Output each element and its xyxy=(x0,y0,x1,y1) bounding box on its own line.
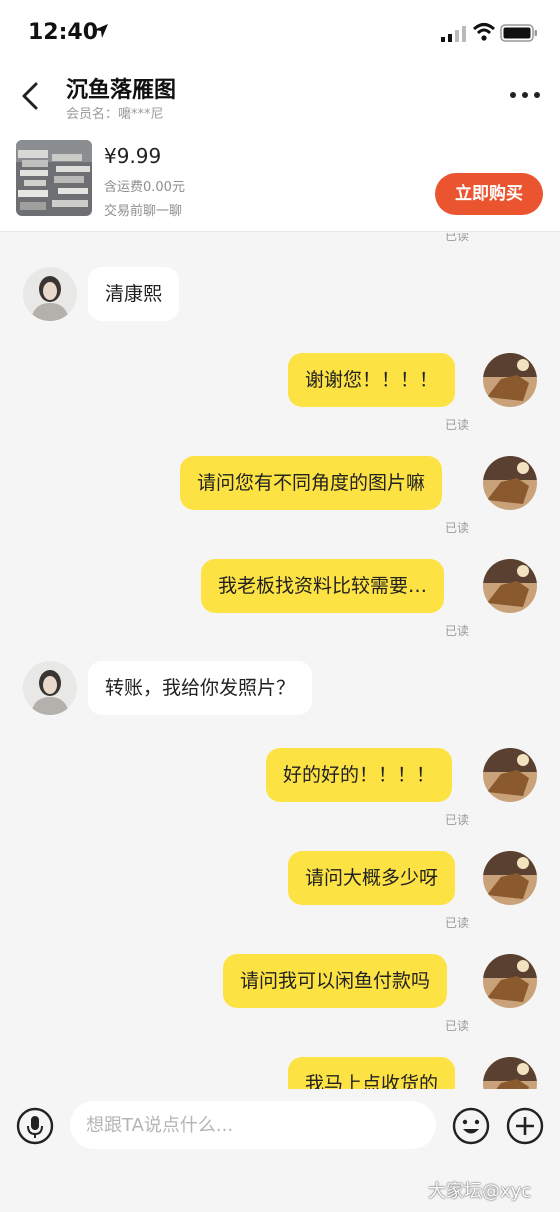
message-bubble[interactable]: 请问您有不同角度的图片嘛 xyxy=(180,456,443,510)
my-avatar[interactable] xyxy=(483,954,537,1008)
seller-avatar[interactable] xyxy=(23,267,77,321)
buy-now-button[interactable]: 立即购买 xyxy=(435,173,543,215)
status-time: 12:40 xyxy=(28,20,99,45)
read-receipt: 已读 xyxy=(445,916,470,930)
product-thumbnail[interactable] xyxy=(16,140,92,216)
message-bubble[interactable]: 好的好的！！！！ xyxy=(266,748,453,802)
my-avatar[interactable] xyxy=(483,559,537,613)
member-name: 会员名：嚰***尼 xyxy=(66,107,164,122)
message-input[interactable] xyxy=(70,1101,436,1149)
read-receipt: 已读 xyxy=(445,233,470,243)
message-bubble[interactable]: 转账，我给你发照片？ xyxy=(88,661,313,715)
message-bubble[interactable]: 我马上点收货的 xyxy=(288,1057,456,1089)
read-receipt: 已读 xyxy=(445,813,470,827)
read-receipt: 已读 xyxy=(445,624,470,638)
more-options-icon[interactable] xyxy=(508,84,542,106)
plus-icon[interactable] xyxy=(506,1107,544,1145)
status-bar: 12:40 xyxy=(0,0,560,66)
my-avatar[interactable] xyxy=(483,353,537,407)
microphone-icon[interactable] xyxy=(16,1107,54,1145)
page-title: 沉鱼落雁图 xyxy=(66,78,177,103)
shipping-fee: 含运费0.00元 xyxy=(104,180,185,195)
seller-avatar[interactable] xyxy=(23,661,77,715)
message-bubble[interactable]: 请问我可以闲鱼付款吗 xyxy=(223,954,448,1008)
message-bubble[interactable]: 谢谢您！！！！ xyxy=(288,353,456,407)
read-receipt: 已读 xyxy=(445,521,470,535)
read-receipt: 已读 xyxy=(445,1019,470,1033)
signal-icon xyxy=(441,26,466,42)
read-receipt: 已读 xyxy=(445,418,470,432)
message-bubble[interactable]: 请问大概多少呀 xyxy=(288,851,456,905)
location-arrow-icon xyxy=(94,24,108,38)
message-bubble[interactable]: 清康熙 xyxy=(88,267,180,321)
chat-messages[interactable]: 已读 清康熙 谢谢您！！！！ 已读 请问您有不同角度的图片嘛 已读 我老板找资料… xyxy=(0,233,560,1089)
wifi-icon xyxy=(472,23,496,41)
chat-header: 沉鱼落雁图 会员名：嚰***尼 xyxy=(0,66,560,130)
my-avatar[interactable] xyxy=(483,748,537,802)
back-arrow-icon[interactable] xyxy=(18,80,46,112)
my-avatar[interactable] xyxy=(483,456,537,510)
battery-icon xyxy=(500,24,537,42)
message-bubble[interactable]: 我老板找资料比较需要… xyxy=(201,559,445,613)
my-avatar[interactable] xyxy=(483,1057,537,1089)
product-card: ¥9.99 含运费0.00元 交易前聊一聊 立即购买 xyxy=(0,130,560,232)
emoji-icon[interactable] xyxy=(452,1107,490,1145)
watermark: 大家坛@xyc xyxy=(428,1181,532,1202)
product-price: ¥9.99 xyxy=(104,144,162,168)
chat-hint: 交易前聊一聊 xyxy=(104,204,183,219)
input-bar: 大家坛@xyc xyxy=(0,1089,560,1212)
my-avatar[interactable] xyxy=(483,851,537,905)
